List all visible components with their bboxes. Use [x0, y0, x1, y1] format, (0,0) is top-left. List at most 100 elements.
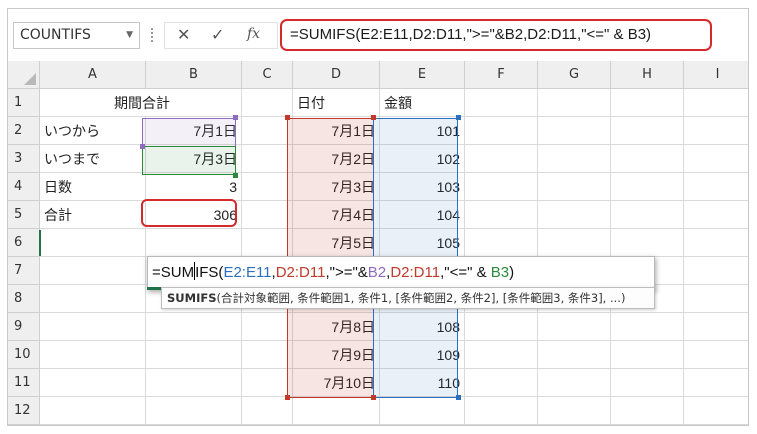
cell-g4[interactable] — [538, 173, 611, 201]
cell-a6[interactable] — [40, 229, 146, 257]
cell-c11[interactable] — [242, 369, 293, 397]
cell-g2[interactable] — [538, 117, 611, 145]
cell-g6[interactable] — [538, 229, 611, 257]
cell-d6[interactable]: 7月5日 — [293, 229, 380, 257]
cell-d10[interactable]: 7月9日 — [293, 341, 380, 369]
row-header-4[interactable]: 4 — [8, 173, 40, 201]
cell-h6[interactable] — [611, 229, 684, 257]
insert-function-icon[interactable]: fx — [247, 26, 260, 42]
cell-g10[interactable] — [538, 341, 611, 369]
handle[interactable] — [456, 395, 461, 400]
cell-f4[interactable] — [465, 173, 538, 201]
cell-i8[interactable] — [684, 285, 748, 313]
cell-e11[interactable]: 110 — [380, 369, 465, 397]
handle[interactable] — [233, 173, 238, 178]
cell-h10[interactable] — [611, 341, 684, 369]
cell-e2[interactable]: 101 — [380, 117, 465, 145]
column-header-c[interactable]: C — [242, 61, 293, 89]
row-header-2[interactable]: 2 — [8, 117, 40, 145]
cell-i12[interactable] — [684, 397, 748, 425]
row-header-5[interactable]: 5 — [8, 201, 40, 229]
cell-c6[interactable] — [242, 229, 293, 257]
cell-b3[interactable]: 7月3日 — [146, 145, 242, 173]
handle[interactable] — [371, 115, 376, 120]
cell-f12[interactable] — [465, 397, 538, 425]
cell-i4[interactable] — [684, 173, 748, 201]
column-header-d[interactable]: D — [293, 61, 380, 89]
cell-i1[interactable] — [684, 89, 748, 117]
cell-b10[interactable] — [146, 341, 242, 369]
cell-d1[interactable]: 日付 — [293, 89, 380, 117]
cell-g1[interactable] — [538, 89, 611, 117]
cell-g9[interactable] — [538, 313, 611, 341]
cell-i2[interactable] — [684, 117, 748, 145]
cell-i11[interactable] — [684, 369, 748, 397]
handle[interactable] — [233, 115, 238, 120]
cell-a8[interactable] — [40, 285, 146, 313]
cell-a4[interactable]: 日数 — [40, 173, 146, 201]
cell-d3[interactable]: 7月2日 — [293, 145, 380, 173]
row-header-8[interactable]: 8 — [8, 285, 40, 313]
column-header-i[interactable]: I — [684, 61, 748, 89]
cell-i6[interactable] — [684, 229, 748, 257]
cell-f11[interactable] — [465, 369, 538, 397]
cell-c12[interactable] — [242, 397, 293, 425]
cell-h4[interactable] — [611, 173, 684, 201]
handle[interactable] — [371, 395, 376, 400]
cell-d5[interactable]: 7月4日 — [293, 201, 380, 229]
select-all-corner[interactable] — [8, 61, 40, 89]
cell-i10[interactable] — [684, 341, 748, 369]
cell-a10[interactable] — [40, 341, 146, 369]
cell-a7[interactable] — [40, 257, 146, 285]
cell-c4[interactable] — [242, 173, 293, 201]
cell-b12[interactable] — [146, 397, 242, 425]
row-header-7[interactable]: 7 — [8, 257, 40, 285]
function-tooltip[interactable]: SUMIFS(合計対象範囲, 条件範囲1, 条件1, [条件範囲2, 条件2],… — [161, 287, 655, 309]
handle[interactable] — [285, 395, 290, 400]
cell-e9[interactable]: 108 — [380, 313, 465, 341]
row-header-9[interactable]: 9 — [8, 313, 40, 341]
cell-d2[interactable]: 7月1日 — [293, 117, 380, 145]
cell-c2[interactable] — [242, 117, 293, 145]
cell-e10[interactable]: 109 — [380, 341, 465, 369]
row-header-6[interactable]: 6 — [8, 229, 40, 257]
cell-c1[interactable] — [242, 89, 293, 117]
cell-b9[interactable] — [146, 313, 242, 341]
cell-e6[interactable]: 105 — [380, 229, 465, 257]
cell-a9[interactable] — [40, 313, 146, 341]
cell-b1[interactable] — [146, 89, 242, 117]
row-header-3[interactable]: 3 — [8, 145, 40, 173]
handle[interactable] — [285, 115, 290, 120]
cell-d12[interactable] — [293, 397, 380, 425]
cell-b11[interactable] — [146, 369, 242, 397]
cell-i5[interactable] — [684, 201, 748, 229]
row-header-10[interactable]: 10 — [8, 341, 40, 369]
cell-f1[interactable] — [465, 89, 538, 117]
cell-f6[interactable] — [465, 229, 538, 257]
cell-h2[interactable] — [611, 117, 684, 145]
cell-b2[interactable]: 7月1日 — [146, 117, 242, 145]
cell-edit-box[interactable]: =SUMIFS(E2:E11,D2:D11,">="&B2,D2:D11,"<=… — [147, 256, 655, 290]
tooltip-function-name[interactable]: SUMIFS — [167, 291, 216, 305]
cell-i7[interactable] — [684, 257, 748, 285]
row-header-12[interactable]: 12 — [8, 397, 40, 425]
cancel-icon[interactable]: ✕ — [177, 25, 190, 44]
handle[interactable] — [456, 115, 461, 120]
cell-a12[interactable] — [40, 397, 146, 425]
cell-f5[interactable] — [465, 201, 538, 229]
cell-h12[interactable] — [611, 397, 684, 425]
cell-c9[interactable] — [242, 313, 293, 341]
enter-icon[interactable]: ✓ — [211, 25, 224, 44]
row-header-1[interactable]: 1 — [8, 89, 40, 117]
cell-g12[interactable] — [538, 397, 611, 425]
cell-b5[interactable]: 306 — [146, 201, 242, 229]
cell-i9[interactable] — [684, 313, 748, 341]
cell-e3[interactable]: 102 — [380, 145, 465, 173]
cell-f10[interactable] — [465, 341, 538, 369]
cell-i3[interactable] — [684, 145, 748, 173]
cell-e4[interactable]: 103 — [380, 173, 465, 201]
cell-g11[interactable] — [538, 369, 611, 397]
name-box[interactable]: COUNTIFS ▼ — [13, 22, 140, 49]
cell-g3[interactable] — [538, 145, 611, 173]
column-header-h[interactable]: H — [611, 61, 684, 89]
